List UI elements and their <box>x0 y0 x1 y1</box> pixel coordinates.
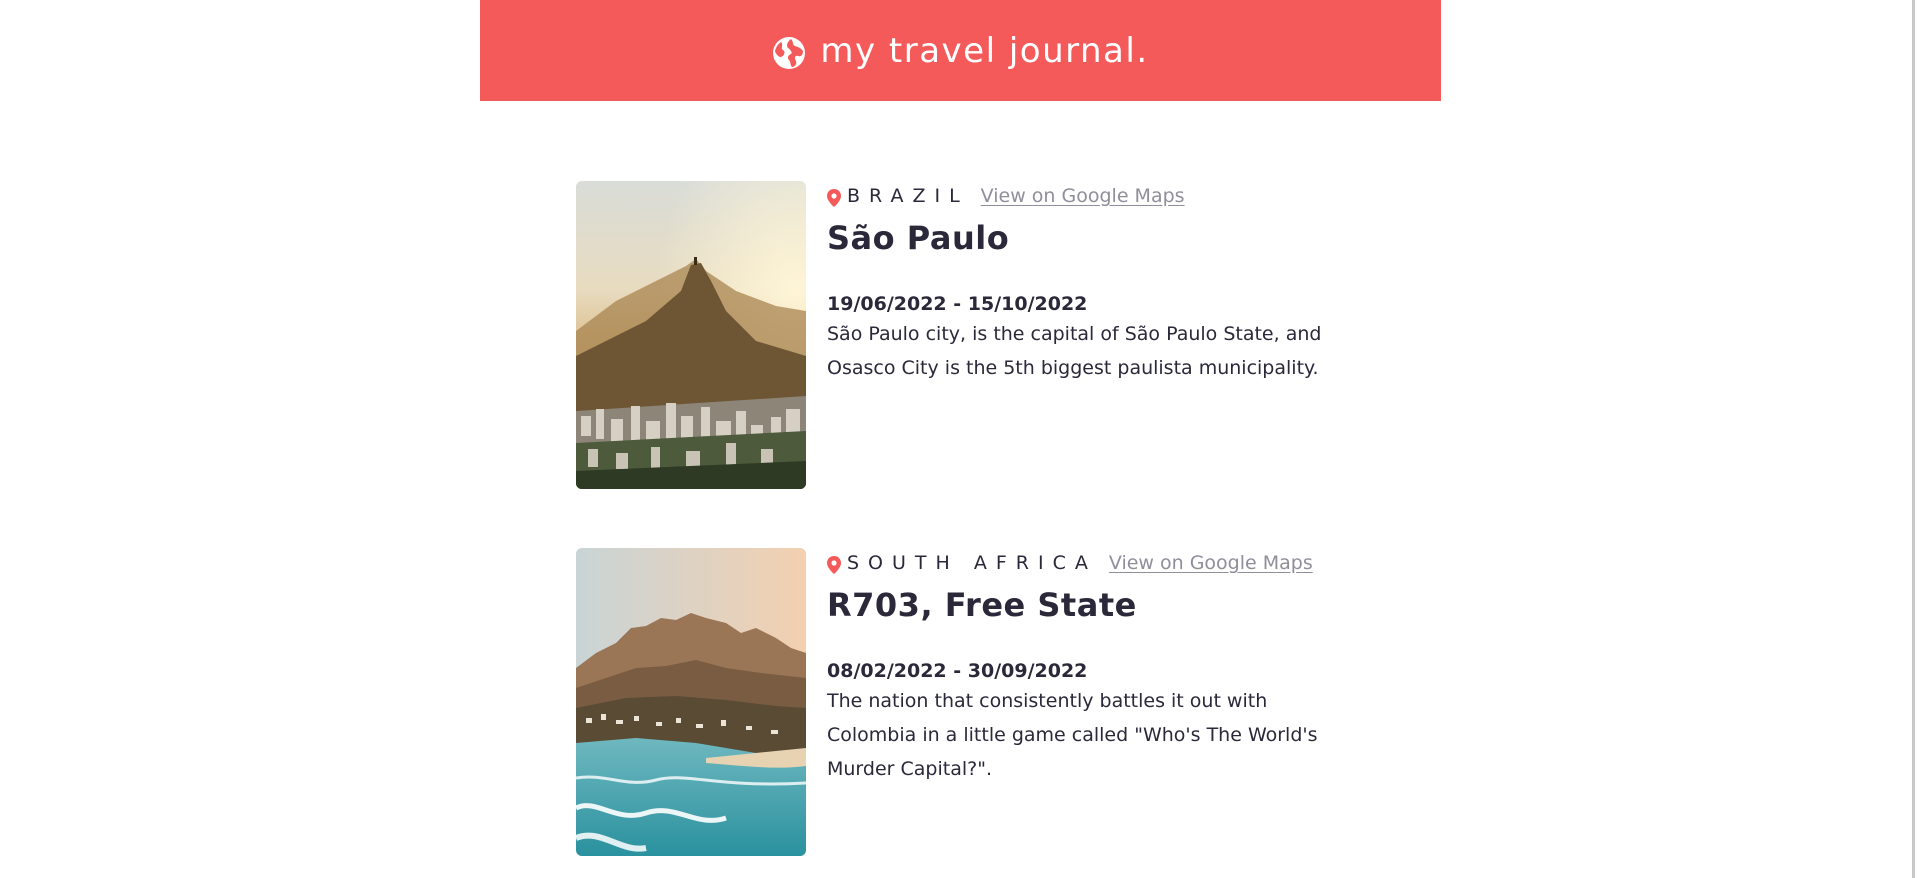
place-title: São Paulo <box>827 219 1010 257</box>
google-maps-link[interactable]: View on Google Maps <box>981 185 1185 207</box>
country-label: BRAZIL <box>847 185 969 207</box>
trip-dates: 08/02/2022 - 30/09/2022 <box>827 660 1088 682</box>
page: my travel journal. BRAZIL View on Google… <box>0 0 1920 878</box>
trip-dates: 19/06/2022 - 15/10/2022 <box>827 293 1088 315</box>
entry-description: The nation that consistently battles it … <box>827 690 1318 780</box>
scrollbar[interactable] <box>1912 0 1915 878</box>
country-label: SOUTH AFRICA <box>847 552 1097 574</box>
entry-meta: SOUTH AFRICA View on Google Maps <box>827 548 1347 578</box>
location-pin-icon <box>827 189 841 207</box>
site-header: my travel journal. <box>480 0 1441 101</box>
location-pin-icon <box>827 556 841 574</box>
entry-meta: BRAZIL View on Google Maps <box>827 181 1347 211</box>
entry-photo <box>576 181 806 489</box>
google-maps-link[interactable]: View on Google Maps <box>1109 552 1313 574</box>
site-title: my travel journal. <box>820 30 1149 71</box>
place-title: R703, Free State <box>827 586 1137 624</box>
entry-description: São Paulo city, is the capital of São Pa… <box>827 323 1322 379</box>
entry-content: BRAZIL View on Google Maps São Paulo 19/… <box>827 181 1347 385</box>
entry-content: SOUTH AFRICA View on Google Maps R703, F… <box>827 548 1347 786</box>
globe-icon <box>773 36 806 69</box>
entry-photo <box>576 548 806 856</box>
